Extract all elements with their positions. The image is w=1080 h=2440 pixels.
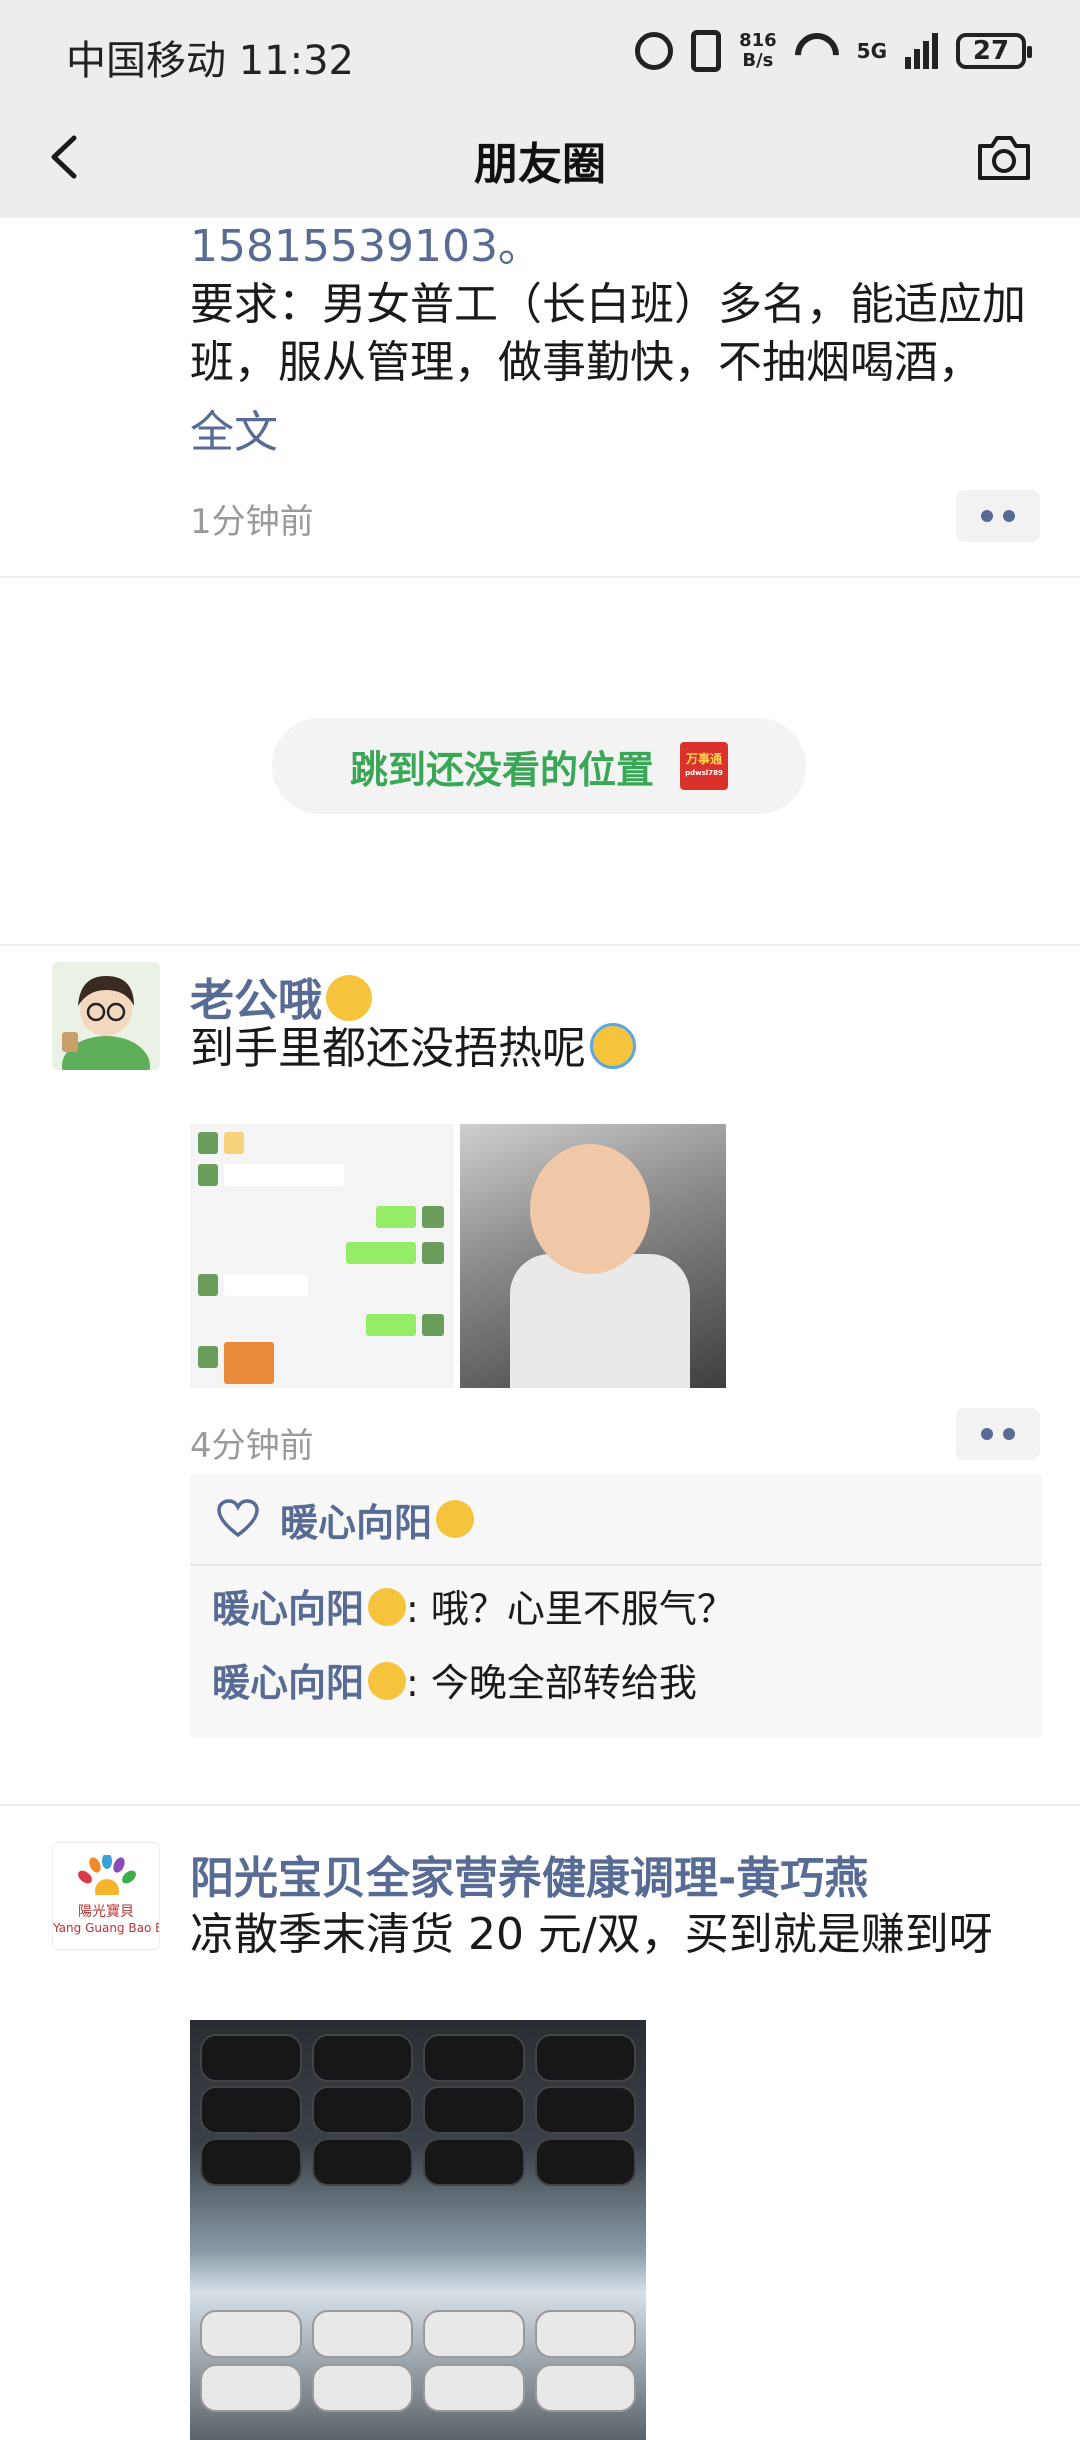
comment-author[interactable]: 暖心向阳 [212, 1661, 364, 1705]
comment-author[interactable]: 暖心向阳 [212, 1587, 364, 1631]
jump-label: 跳到还没看的位置 [349, 747, 654, 792]
network-type: 5G [856, 39, 887, 63]
comment-text: : 今晚全部转给我 [406, 1661, 697, 1705]
top-bar: 中国移动 11:32 816 B/s 5G 27 朋友圈 [0, 0, 1080, 218]
author-name-text: 老公哦 [190, 975, 322, 1026]
net-speed-unit: B/s [742, 50, 774, 71]
net-speed-value: 816 [739, 30, 777, 51]
moment-post: 老公哦 到手里都还没捂热呢 4分钟前 暖心向阳 暖心向阳: 哦？心里不服气？ … [0, 946, 1080, 1806]
thinking-emoji-icon [368, 1662, 407, 1700]
vibrate-icon [691, 30, 722, 72]
crying-emoji-icon [590, 1023, 636, 1069]
alarm-icon [635, 32, 674, 70]
sun-logo-icon [78, 1855, 136, 1895]
camera-icon[interactable] [974, 130, 1034, 186]
thinking-emoji-icon [368, 1588, 407, 1626]
jump-logo-icon: 万事通 pdwsl789 [680, 742, 728, 790]
liker-name[interactable]: 暖心向阳 [280, 1492, 432, 1547]
post-time: 1分钟前 [190, 502, 314, 542]
nav-bar: 朋友圈 [0, 100, 1080, 218]
avatar[interactable]: 陽光寶貝 Yang Guang Bao Bei [52, 1842, 160, 1950]
moments-feed[interactable]: 15815539103。 要求：男女普工（长白班）多名，能适应加班，服从管理，做… [0, 218, 1080, 2440]
chat-screenshot-image[interactable] [190, 1124, 454, 1388]
status-icons: 816 B/s 5G 27 [635, 26, 1032, 76]
post-time: 4分钟前 [190, 1426, 314, 1466]
battery-level: 27 [972, 36, 1010, 66]
avatar[interactable] [52, 962, 160, 1070]
author-name[interactable]: 老公哦 [190, 964, 372, 1028]
status-bar: 中国移动 11:32 816 B/s 5G 27 [0, 0, 1080, 100]
moment-post: 陽光寶貝 Yang Guang Bao Bei 阳光宝贝全家营养健康调理-黄巧燕… [0, 1806, 1080, 2440]
more-actions-button[interactable] [956, 490, 1040, 542]
thinking-emoji-icon [326, 975, 372, 1021]
likes-comments-panel: 暖心向阳 暖心向阳 : 哦？心里不服气？ 暖心向阳 : 今晚全部转给我 [190, 1474, 1042, 1738]
jump-section: 跳到还没看的位置 万事通 pdwsl789 [0, 578, 1080, 946]
comment-item[interactable]: 暖心向阳 : 今晚全部转给我 [190, 1646, 1042, 1720]
post-text-content: 到手里都还没捂热呢 [190, 1023, 586, 1074]
wifi-icon [795, 33, 839, 69]
carrier-time: 中国移动 11:32 [66, 38, 354, 84]
image-grid [190, 1124, 726, 1388]
comment-text: : 哦？心里不服气？ [406, 1587, 735, 1631]
more-actions-button[interactable] [956, 1408, 1040, 1460]
phone-link[interactable]: 15815539103。 [190, 218, 542, 276]
moment-post-partial: 15815539103。 要求：男女普工（长白班）多名，能适应加班，服从管理，做… [0, 218, 1080, 578]
jump-logo-text: 万事通 [685, 752, 722, 766]
full-text-link[interactable]: 全文 [190, 404, 278, 462]
jump-to-unread-button[interactable]: 跳到还没看的位置 万事通 pdwsl789 [272, 718, 806, 814]
net-speed: 816 B/s [739, 31, 777, 71]
page-title: 朋友圈 [474, 139, 606, 190]
post-text: 要求：男女普工（长白班）多名，能适应加班，服从管理，做事勤快，不抽烟喝酒， [190, 279, 1026, 388]
likes-row: 暖心向阳 [190, 1474, 1042, 1566]
more-dots-icon [981, 1428, 993, 1440]
comment-list: 暖心向阳 : 哦？心里不服气？ 暖心向阳 : 今晚全部转给我 [190, 1566, 1042, 1720]
post-text: 凉散季末清货 20 元/双，买到就是赚到呀 [190, 1909, 993, 1960]
comment-item[interactable]: 暖心向阳 : 哦？心里不服气？ [190, 1572, 1042, 1646]
author-name[interactable]: 阳光宝贝全家营养健康调理-黄巧燕 [190, 1842, 868, 1906]
avatar-logo-text: 陽光寶貝 [78, 1904, 134, 1920]
battery-icon: 27 [956, 33, 1032, 69]
thinking-emoji-icon [436, 1500, 475, 1538]
avatar-image [52, 962, 160, 1070]
post-text: 到手里都还没捂热呢 [190, 1020, 636, 1078]
avatar-logo-subtext: Yang Guang Bao Bei [53, 1921, 159, 1935]
jump-logo-sub: pdwsl789 [685, 769, 723, 777]
crying-baby-image[interactable] [460, 1124, 726, 1388]
heart-icon [217, 1499, 259, 1538]
more-dots-icon [981, 510, 993, 522]
shoes-shelf-image[interactable] [190, 2020, 646, 2440]
signal-icon [905, 33, 938, 69]
